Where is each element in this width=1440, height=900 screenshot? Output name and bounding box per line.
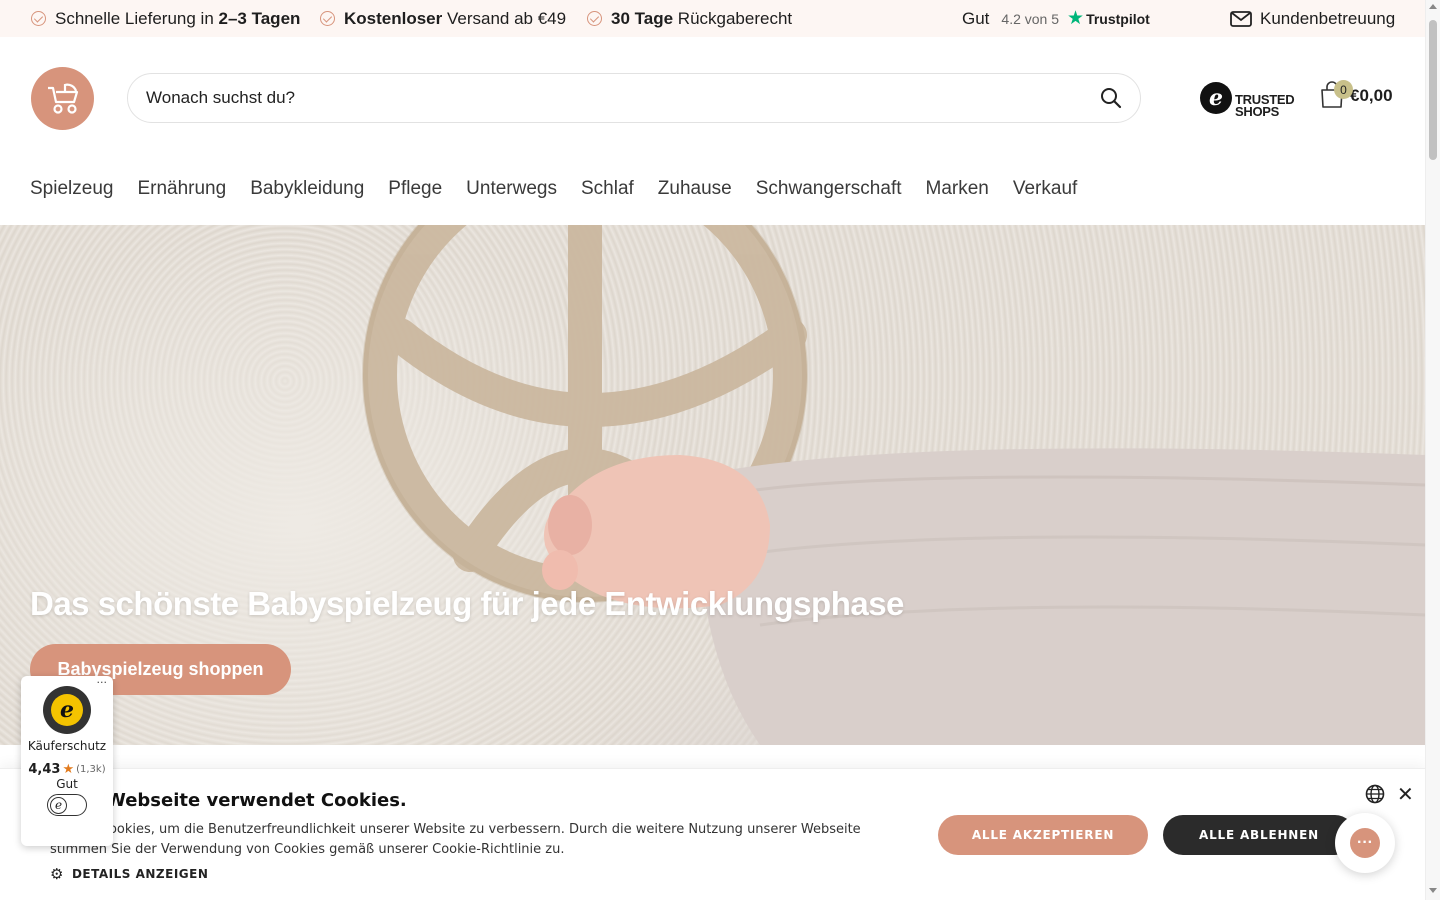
globe-icon[interactable] xyxy=(1365,784,1385,804)
chat-widget-button[interactable]: ··· xyxy=(1335,813,1395,873)
trusted-shops-seal-icon: e xyxy=(43,686,91,734)
store-logo[interactable] xyxy=(31,67,94,130)
cart-count-badge: 0 xyxy=(1334,80,1353,99)
usp-fast-delivery: Schnelle Lieferung in 2–3 Tagen xyxy=(31,0,300,37)
rating-count: (1,3k) xyxy=(76,764,106,775)
search-input[interactable] xyxy=(146,88,1100,108)
usp-text: Schnelle Lieferung in 2–3 Tagen xyxy=(55,8,301,28)
usp-returns: 30 Tage Rückgaberecht xyxy=(587,0,792,37)
reject-all-cookies-button[interactable]: ALLE ABLEHNEN xyxy=(1163,815,1355,855)
trustpilot-star-icon: ★ xyxy=(1067,8,1085,29)
page-scrollbar[interactable] xyxy=(1425,0,1440,900)
usp-text: 30 Tage Rückgaberecht xyxy=(611,8,793,28)
more-options-icon[interactable]: ··· xyxy=(97,676,108,689)
rating-value: 4,43 xyxy=(28,762,61,777)
trusted-shops-logo[interactable]: e TRUSTED SHOPS xyxy=(1200,78,1295,119)
check-icon xyxy=(587,11,602,26)
mail-icon xyxy=(1230,10,1252,27)
cart-total: €0,00 xyxy=(1350,86,1393,105)
trusted-shops-widget[interactable]: ··· e Käuferschutz 4,43 ★ (1,3k) Gut e xyxy=(21,676,113,846)
check-icon xyxy=(320,11,335,26)
gear-icon: ⚙ xyxy=(50,865,64,883)
cookie-details-label: DETAILS ANZEIGEN xyxy=(71,867,209,881)
cookie-banner: Webseite verwendet Cookies. …nden Cookie… xyxy=(0,768,1425,900)
main-navigation: Spielzeug Ernährung Babykleidung Pflege … xyxy=(30,178,1077,200)
trustpilot-grade: Gut xyxy=(962,8,990,28)
accept-all-cookies-button[interactable]: ALLE AKZEPTIEREN xyxy=(938,815,1148,855)
nav-item-spielzeug[interactable]: Spielzeug xyxy=(30,178,113,200)
usp-text: Kostenloser Versand ab €49 xyxy=(344,8,567,28)
cookie-title: Webseite verwendet Cookies. xyxy=(106,790,407,811)
trusted-shops-toggle[interactable]: e xyxy=(47,794,87,816)
star-icon: ★ xyxy=(62,762,75,777)
hero-title: Das schönste Babyspielzeug für jede Entw… xyxy=(30,585,904,622)
nav-item-schwangerschaft[interactable]: Schwangerschaft xyxy=(756,178,902,200)
buyer-protection-label: Käuferschutz xyxy=(27,739,107,753)
nav-item-verkauf[interactable]: Verkauf xyxy=(1013,178,1077,200)
hero-banner: Das schönste Babyspielzeug für jede Entw… xyxy=(0,225,1425,745)
scrollbar-thumb[interactable] xyxy=(1429,20,1437,160)
check-icon xyxy=(31,11,46,26)
trusted-shops-e-icon: e xyxy=(50,796,67,814)
trustpilot-rating[interactable]: Gut 4.2 von 5 ★ Trustpilot xyxy=(962,0,1150,37)
scroll-down-icon[interactable] xyxy=(1429,888,1437,893)
trustpilot-score: 4.2 von 5 xyxy=(1001,10,1060,27)
close-icon[interactable]: ✕ xyxy=(1397,782,1414,806)
nav-item-schlaf[interactable]: Schlaf xyxy=(581,178,634,200)
chat-icon: ··· xyxy=(1350,828,1380,858)
cookie-text: …nden Cookies, um die Benutzerfreundlich… xyxy=(50,822,861,857)
stroller-icon xyxy=(47,83,78,114)
search-icon[interactable] xyxy=(1100,87,1122,109)
search-bar[interactable] xyxy=(127,73,1141,123)
customer-service-label: Kundenbetreuung xyxy=(1260,8,1396,28)
cookie-details-toggle[interactable]: ⚙ DETAILS ANZEIGEN xyxy=(50,865,208,883)
nav-item-ernaehrung[interactable]: Ernährung xyxy=(137,178,226,200)
customer-service-link[interactable]: Kundenbetreuung xyxy=(1230,0,1395,37)
nav-item-zuhause[interactable]: Zuhause xyxy=(658,178,732,200)
rating-grade: Gut xyxy=(56,777,78,791)
trusted-shops-rating: 4,43 ★ (1,3k) xyxy=(21,762,113,777)
trusted-shops-text: TRUSTED SHOPS xyxy=(1235,92,1295,119)
announcement-bar: Schnelle Lieferung in 2–3 Tagen Kostenlo… xyxy=(0,0,1425,37)
nav-item-marken[interactable]: Marken xyxy=(926,178,989,200)
usp-free-shipping: Kostenloser Versand ab €49 xyxy=(320,0,566,37)
trustpilot-brand: Trustpilot xyxy=(1086,10,1150,27)
nav-item-pflege[interactable]: Pflege xyxy=(388,178,442,200)
scroll-up-icon[interactable] xyxy=(1429,4,1437,9)
cart-button[interactable]: 0 €0,00 xyxy=(1320,80,1393,108)
trusted-shops-e-icon: e xyxy=(1200,82,1232,114)
nav-item-unterwegs[interactable]: Unterwegs xyxy=(466,178,557,200)
nav-item-babykleidung[interactable]: Babykleidung xyxy=(250,178,364,200)
